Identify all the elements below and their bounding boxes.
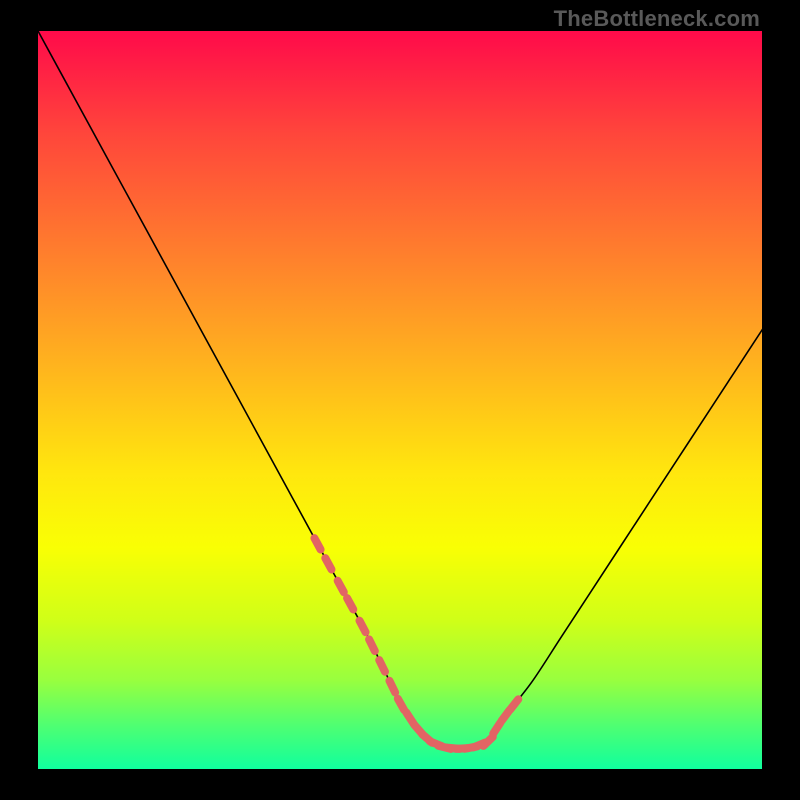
plot-area — [37, 30, 763, 770]
marker-dash — [398, 699, 404, 710]
marker-dash — [325, 558, 331, 569]
marker-dash — [483, 737, 492, 746]
marker-dash — [493, 723, 500, 734]
marker-dash — [359, 621, 365, 633]
watermark-text: TheBottleneck.com — [554, 6, 760, 32]
marker-dash — [314, 538, 320, 549]
marker-dash — [347, 598, 353, 609]
marker-dash — [338, 581, 344, 592]
marker-dash — [389, 681, 395, 693]
marker-dash — [379, 660, 385, 672]
curve-layer — [38, 31, 763, 770]
chart-frame: TheBottleneck.com — [0, 0, 800, 800]
curve-markers — [314, 538, 518, 749]
marker-dash — [369, 639, 375, 651]
curve-path — [38, 31, 763, 749]
marker-dash — [510, 699, 518, 709]
curve-path-group — [38, 31, 763, 749]
